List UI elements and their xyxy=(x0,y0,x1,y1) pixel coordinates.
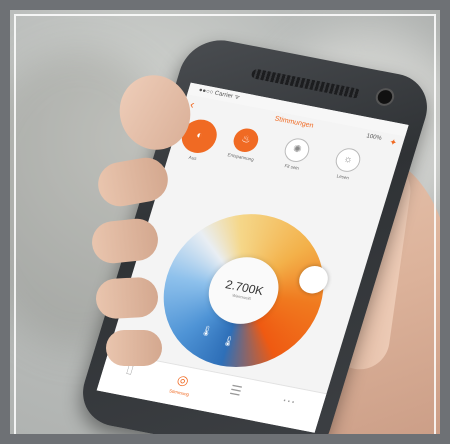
outer-frame xyxy=(0,0,450,444)
